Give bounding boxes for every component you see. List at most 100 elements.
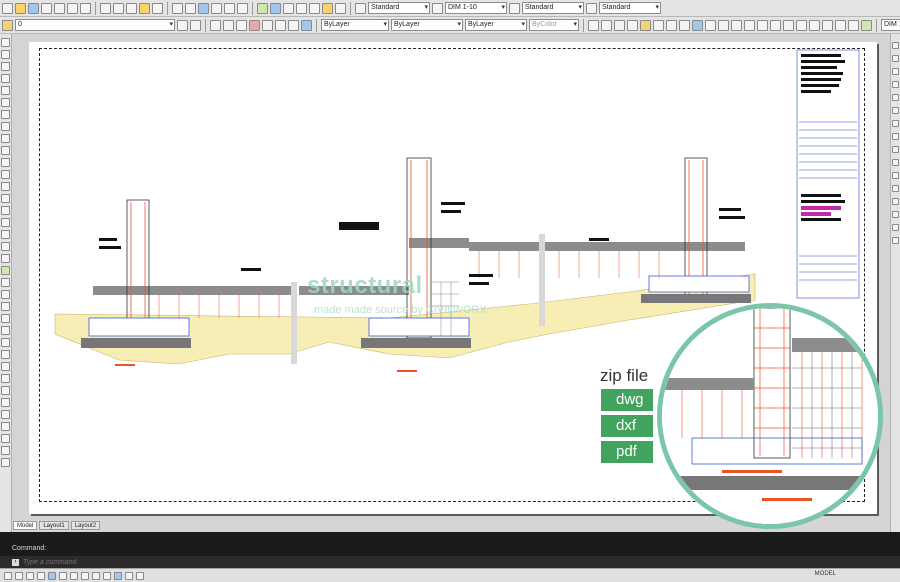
cut-icon[interactable] <box>100 2 111 14</box>
quick-properties-icon[interactable] <box>103 571 111 580</box>
format-dwg-button[interactable]: dwg <box>601 389 653 411</box>
redo-icon[interactable] <box>185 2 196 14</box>
osnap-icon[interactable] <box>892 185 899 192</box>
explode-icon[interactable] <box>1 458 10 467</box>
layer-tool-icon[interactable] <box>288 19 299 31</box>
zoom-window-icon[interactable] <box>224 2 235 14</box>
osnap-icon[interactable] <box>892 133 899 140</box>
polar-icon[interactable] <box>37 571 45 580</box>
view-tool-icon[interactable] <box>861 19 872 31</box>
layer-tool-icon[interactable] <box>275 19 286 31</box>
offset-icon[interactable] <box>1 314 10 323</box>
format-dxf-button[interactable]: dxf <box>601 415 653 437</box>
view-tool-icon[interactable] <box>757 19 768 31</box>
table-style-select[interactable]: Standard <box>522 2 584 14</box>
print-icon[interactable] <box>41 2 52 14</box>
mirror-icon[interactable] <box>1 302 10 311</box>
match-properties-icon[interactable] <box>139 2 150 14</box>
osnap-icon[interactable] <box>892 237 899 244</box>
design-center-icon[interactable] <box>270 2 281 14</box>
paste-icon[interactable] <box>126 2 137 14</box>
osnap-icon[interactable] <box>892 68 899 75</box>
layer-tool-icon[interactable] <box>301 19 312 31</box>
text-style-select[interactable]: Standard <box>368 2 430 14</box>
dim-style-select[interactable]: DIM 1-10 <box>445 2 507 14</box>
osnap-icon[interactable] <box>892 81 899 88</box>
view-tool-icon[interactable] <box>770 19 781 31</box>
layer-properties-icon[interactable] <box>2 19 13 31</box>
annotation-icon[interactable] <box>114 571 122 580</box>
extend-icon[interactable] <box>1 398 10 407</box>
zoom-realtime-icon[interactable] <box>211 2 222 14</box>
construction-line-icon[interactable] <box>1 50 10 59</box>
view-tool-icon[interactable] <box>679 19 690 31</box>
layer-tool-icon[interactable] <box>262 19 273 31</box>
color-select[interactable]: ByLayer <box>321 19 389 31</box>
view-tool-icon[interactable] <box>588 19 599 31</box>
hatch-icon[interactable] <box>1 206 10 215</box>
isolate-icon[interactable] <box>136 571 144 580</box>
undo-icon[interactable] <box>172 2 183 14</box>
gradient-icon[interactable] <box>1 218 10 227</box>
stretch-icon[interactable] <box>1 374 10 383</box>
layer-tool-icon[interactable] <box>236 19 247 31</box>
view-tool-icon[interactable] <box>835 19 846 31</box>
layer-previous-icon[interactable] <box>190 19 201 31</box>
circle-icon[interactable] <box>1 110 10 119</box>
view-tool-icon[interactable] <box>614 19 625 31</box>
layer-select[interactable]: 0 <box>15 19 175 31</box>
dyn-icon[interactable] <box>81 571 89 580</box>
layer-tool-icon[interactable] <box>249 19 260 31</box>
dim-style-select-2[interactable]: DIM 1-10 <box>881 19 900 31</box>
3d-dwf-icon[interactable] <box>80 2 91 14</box>
view-tool-icon[interactable] <box>692 19 703 31</box>
osnap-icon[interactable] <box>892 146 899 153</box>
save-icon[interactable] <box>28 2 39 14</box>
osnap-icon[interactable] <box>892 159 899 166</box>
view-tool-icon[interactable] <box>705 19 716 31</box>
properties-icon[interactable] <box>257 2 268 14</box>
view-tool-icon[interactable] <box>653 19 664 31</box>
scale-icon[interactable] <box>1 362 10 371</box>
array-icon[interactable] <box>1 326 10 335</box>
view-tool-icon[interactable] <box>627 19 638 31</box>
format-pdf-button[interactable]: pdf <box>601 441 653 463</box>
revision-cloud-icon[interactable] <box>1 122 10 131</box>
model-space-indicator[interactable]: MODEL <box>815 571 836 577</box>
lineweight-select[interactable]: ByLayer <box>465 19 527 31</box>
lineweight-toggle-icon[interactable] <box>92 571 100 580</box>
plot-preview-icon[interactable] <box>54 2 65 14</box>
tab-layout1[interactable]: Layout1 <box>39 521 69 530</box>
osnap-icon[interactable] <box>892 224 899 231</box>
block-editor-icon[interactable] <box>152 2 163 14</box>
make-block-icon[interactable] <box>1 182 10 191</box>
new-icon[interactable] <box>2 2 13 14</box>
osnap-icon[interactable] <box>892 107 899 114</box>
fillet-icon[interactable] <box>1 446 10 455</box>
publish-icon[interactable] <box>67 2 78 14</box>
linetype-select[interactable]: ByLayer <box>391 19 463 31</box>
view-tool-icon[interactable] <box>783 19 794 31</box>
layer-tool-icon[interactable] <box>223 19 234 31</box>
arc-icon[interactable] <box>1 98 10 107</box>
point-icon[interactable] <box>1 194 10 203</box>
view-tool-icon[interactable] <box>848 19 859 31</box>
layer-tool-icon[interactable] <box>210 19 221 31</box>
pan-icon[interactable] <box>198 2 209 14</box>
view-tool-icon[interactable] <box>796 19 807 31</box>
move-icon[interactable] <box>1 338 10 347</box>
grid-icon[interactable] <box>15 571 23 580</box>
tab-model[interactable]: Model <box>13 521 38 530</box>
multiline-text-icon[interactable] <box>1 254 10 263</box>
osnap-icon[interactable] <box>892 94 899 101</box>
view-tool-icon[interactable] <box>822 19 833 31</box>
osnap-toggle-icon[interactable] <box>48 571 56 580</box>
osnap-icon[interactable] <box>892 42 899 49</box>
insert-block-icon[interactable] <box>1 170 10 179</box>
view-tool-icon[interactable] <box>640 19 651 31</box>
spline-icon[interactable] <box>1 134 10 143</box>
osnap-icon[interactable] <box>892 198 899 205</box>
otrack-icon[interactable] <box>59 571 67 580</box>
tab-layout2[interactable]: Layout2 <box>70 521 101 530</box>
view-tool-icon[interactable] <box>666 19 677 31</box>
